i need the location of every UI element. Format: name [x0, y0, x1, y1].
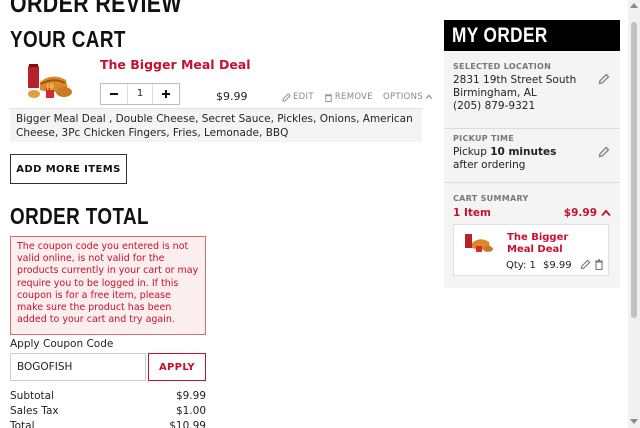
subtotal-label: Subtotal — [10, 390, 54, 402]
options-toggle[interactable]: OPTIONS — [383, 92, 433, 102]
edit-location-icon[interactable] — [598, 73, 610, 85]
options-label: OPTIONS — [382, 92, 424, 102]
product-image — [28, 64, 72, 98]
chevron-up-icon — [425, 94, 433, 99]
edit-item-button[interactable]: EDIT — [282, 92, 314, 102]
cart-item-title[interactable]: The Bigger Meal Deal — [100, 57, 251, 72]
cart-heading: YOUR CART — [10, 26, 126, 52]
subtotal-row: Subtotal $9.99 — [10, 390, 206, 405]
sales-tax-row: Sales Tax $1.00 — [10, 405, 206, 420]
subtotal-value: $9.99 — [175, 390, 206, 402]
total-value: $10.99 — [169, 420, 206, 428]
pickup-prefix: Pickup — [453, 146, 491, 158]
cart-item-price: $9.99 — [216, 90, 248, 103]
cart-item-actions: EDIT REMOVE OPTIONS — [282, 92, 433, 102]
remove-label: REMOVE — [334, 92, 373, 102]
my-order-panel: MY ORDER SELECTED LOCATION 2831 19th Str… — [444, 20, 620, 288]
coupon-error-message: The coupon code you entered is not valid… — [10, 236, 206, 335]
scrollbar-thumb[interactable] — [631, 22, 637, 318]
plus-icon — [162, 90, 170, 98]
summary-item-name[interactable]: The Bigger Meal Deal — [507, 232, 597, 256]
pickup-duration: 10 minutes — [490, 146, 557, 158]
page-title: ORDER REVIEW — [10, 0, 182, 18]
page-scrollbar[interactable] — [628, 0, 640, 428]
totals-table: Subtotal $9.99 Sales Tax $1.00 Total $10… — [10, 390, 206, 428]
quantity-stepper: 1 — [100, 83, 180, 105]
summary-item-price: $9.99 — [543, 260, 572, 271]
edit-label: EDIT — [293, 92, 314, 102]
pickup-time-label: PICKUP TIME — [453, 134, 515, 143]
pickup-time-section: PICKUP TIME Pickup 10 minutes after orde… — [444, 134, 620, 183]
coupon-label: Apply Coupon Code — [10, 338, 114, 350]
cart-summary-total: $9.99 — [563, 207, 597, 219]
scroll-down-arrow-icon[interactable] — [630, 419, 638, 424]
pickup-time-text: Pickup 10 minutes after ordering — [453, 146, 573, 172]
selected-location-label: SELECTED LOCATION — [453, 62, 552, 71]
trash-icon[interactable] — [594, 259, 604, 270]
cart-summary-label: CART SUMMARY — [453, 194, 529, 203]
coupon-code-input[interactable]: BOGOFISH — [10, 353, 146, 381]
chevron-up-icon — [601, 209, 611, 217]
apply-coupon-button[interactable]: APPLY — [148, 353, 206, 381]
sales-tax-value: $1.00 — [175, 405, 206, 417]
quantity-value[interactable]: 1 — [127, 84, 153, 104]
selected-location-section: SELECTED LOCATION 2831 19th Street South… — [444, 62, 620, 129]
scroll-up-arrow-icon[interactable] — [630, 3, 638, 8]
cart-summary-item: The Bigger Meal Deal Qty: 1 $9.99 — [453, 224, 609, 276]
summary-item-thumbnail — [465, 234, 493, 252]
summary-item-actions — [580, 259, 604, 270]
add-more-items-button[interactable]: ADD MORE ITEMS — [10, 154, 127, 184]
minus-icon — [110, 93, 118, 95]
my-order-header: MY ORDER — [444, 20, 620, 51]
pickup-suffix: after ordering — [453, 159, 526, 171]
pencil-icon[interactable] — [580, 259, 591, 270]
cart-summary-toggle[interactable]: 1 Item $9.99 — [453, 207, 611, 219]
order-total-heading: ORDER TOTAL — [10, 203, 149, 229]
decrease-quantity-button[interactable] — [101, 84, 127, 104]
pencil-icon — [282, 92, 291, 102]
my-order-title: MY ORDER — [452, 23, 548, 47]
summary-item-qty: Qty: 1 — [506, 260, 536, 271]
cart-item-description: Bigger Meal Deal , Double Cheese, Secret… — [10, 108, 422, 142]
cart-summary-count: 1 Item — [453, 207, 491, 219]
increase-quantity-button[interactable] — [153, 84, 179, 104]
remove-item-button[interactable]: REMOVE — [324, 92, 373, 102]
trash-icon — [324, 93, 332, 102]
address-line-1: 2831 19th Street South — [453, 74, 577, 86]
sales-tax-label: Sales Tax — [10, 405, 59, 417]
address-line-2: Birmingham, AL — [453, 87, 537, 99]
total-row: Total $10.99 — [10, 420, 206, 428]
edit-pickup-icon[interactable] — [598, 146, 610, 158]
total-label: Total — [10, 420, 35, 428]
location-phone: (205) 879-9321 — [453, 100, 536, 112]
